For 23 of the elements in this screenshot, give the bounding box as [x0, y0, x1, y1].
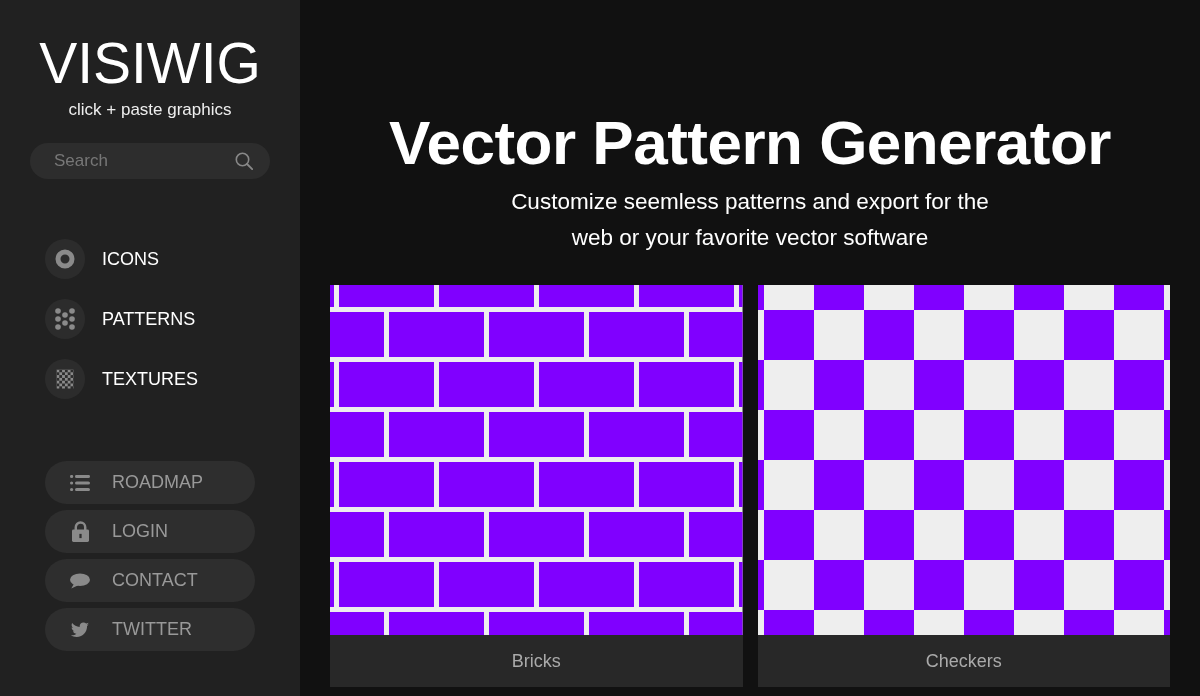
dots-icon: [45, 299, 85, 339]
pattern-card[interactable]: Checkers: [757, 285, 1170, 687]
sidebar-link-button[interactable]: CONTACT: [45, 559, 255, 602]
sidebar-link-button[interactable]: TWITTER: [45, 608, 255, 651]
sidebar-nav-link[interactable]: PATTERNS: [45, 299, 196, 339]
pattern-name: Checkers: [925, 650, 1002, 672]
sidebar-nav-link[interactable]: ICONS: [45, 239, 159, 279]
search-field[interactable]: Search: [30, 143, 270, 179]
tagline: click + paste graphics: [68, 100, 232, 120]
list-icon: [70, 474, 90, 491]
lock-icon: [71, 521, 89, 542]
bird-icon: [70, 621, 90, 638]
sidebar-link-button[interactable]: ROADMAP: [45, 461, 255, 504]
pattern-card[interactable]: Bricks: [330, 285, 743, 687]
search-icon[interactable]: [235, 152, 253, 170]
logo-wordmark: VISIWIG: [39, 33, 261, 93]
speech-bubble-icon: [70, 572, 90, 589]
target-icon: [45, 239, 85, 279]
page-subtitle: Customize seemless patterns and export for the web or your favorite vector software: [510, 188, 990, 252]
pattern-name: Bricks: [511, 650, 561, 672]
sidebar-link-button[interactable]: LOGIN: [45, 510, 255, 553]
sidebar-nav-link[interactable]: TEXTURES: [45, 359, 198, 399]
page-title: Vector Pattern Generator: [389, 112, 1111, 174]
